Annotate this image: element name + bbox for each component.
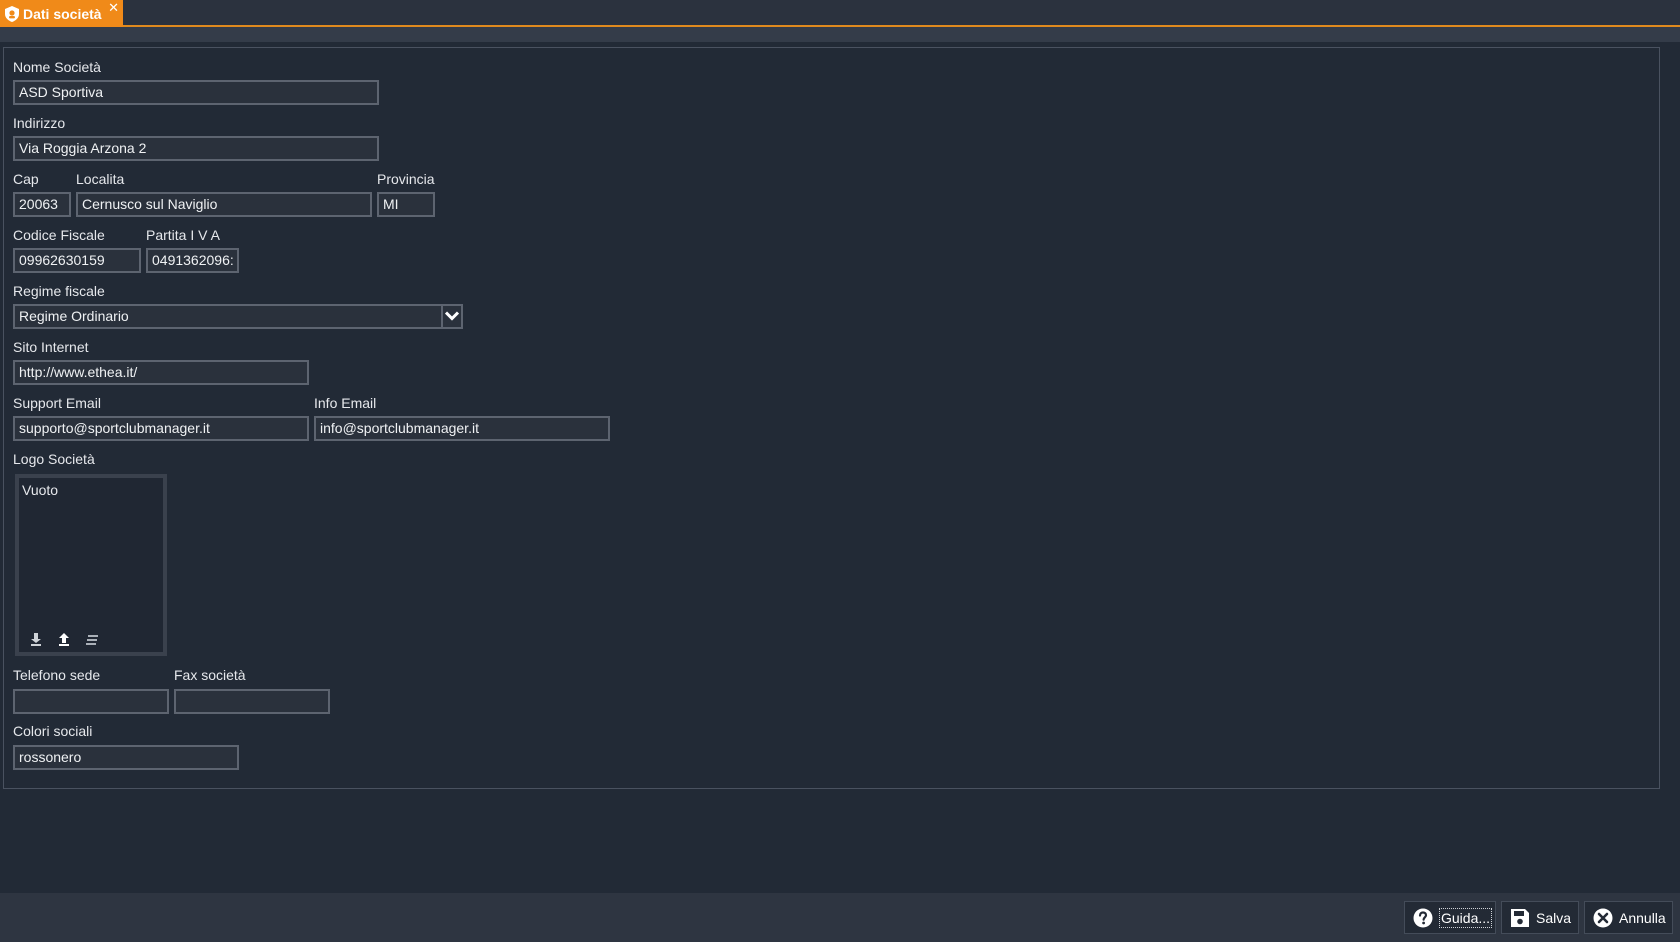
- support-email-input[interactable]: supporto@sportclubmanager.it: [13, 416, 309, 441]
- telefono-label: Telefono sede: [13, 667, 101, 683]
- info-email-label: Info Email: [314, 395, 377, 411]
- sub-toolbar: [0, 27, 1680, 42]
- chevron-down-icon: [444, 308, 460, 326]
- annulla-label: Annulla: [1619, 909, 1666, 926]
- logo-toolbar: [28, 631, 100, 647]
- codice-fiscale-input[interactable]: 09962630159: [13, 248, 141, 273]
- regime-fiscale-dropdown-button[interactable]: [443, 304, 463, 329]
- info-email-input[interactable]: info@sportclubmanager.it: [314, 416, 610, 441]
- codice-fiscale-label: Codice Fiscale: [13, 227, 105, 243]
- sito-internet-input[interactable]: http://www.ethea.it/: [13, 360, 309, 385]
- tab-bar: Dati società ✕: [0, 0, 1680, 27]
- upload-icon[interactable]: [56, 631, 72, 647]
- tab-dati-societa[interactable]: Dati società ✕: [0, 0, 123, 27]
- partita-iva-input[interactable]: 0491362096:: [146, 248, 239, 273]
- help-icon: [1413, 908, 1433, 928]
- provincia-input[interactable]: MI: [377, 192, 435, 217]
- logo-image-box[interactable]: Vuoto: [15, 474, 167, 656]
- regime-fiscale-select[interactable]: Regime Ordinario: [13, 304, 443, 329]
- regime-fiscale-label: Regime fiscale: [13, 283, 105, 299]
- support-email-label: Support Email: [13, 395, 101, 411]
- download-icon[interactable]: [28, 631, 44, 647]
- logo-societa-label: Logo Società: [13, 451, 95, 467]
- nome-societa-input[interactable]: ASD Sportiva: [13, 80, 379, 105]
- indirizzo-label: Indirizzo: [13, 115, 66, 131]
- guida-label: Guida...: [1439, 907, 1493, 928]
- guida-button[interactable]: Guida...: [1404, 901, 1496, 934]
- colori-sociali-label: Colori sociali: [13, 723, 93, 739]
- salva-label: Salva: [1536, 909, 1572, 926]
- close-icon[interactable]: ✕: [108, 1, 119, 15]
- colori-sociali-input[interactable]: rossonero: [13, 745, 239, 770]
- telefono-input[interactable]: [13, 689, 169, 714]
- app-window: Dati società ✕ Nome Società ASD Sportiva…: [0, 0, 1680, 942]
- save-icon: [1510, 908, 1530, 928]
- nome-societa-label: Nome Società: [13, 59, 101, 75]
- provincia-label: Provincia: [377, 171, 435, 187]
- cap-input[interactable]: 20063: [13, 192, 71, 217]
- localita-label: Localita: [76, 171, 125, 187]
- logo-empty-text: Vuoto: [22, 482, 59, 498]
- partita-iva-label: Partita I V A: [146, 227, 220, 243]
- salva-button[interactable]: Salva: [1501, 901, 1579, 934]
- cancel-icon: [1593, 908, 1613, 928]
- cap-label: Cap: [13, 171, 39, 187]
- indirizzo-input[interactable]: Via Roggia Arzona 2: [13, 136, 379, 161]
- bottom-toolbar: Guida... Salva Annulla: [0, 893, 1680, 942]
- fax-input[interactable]: [174, 689, 330, 714]
- annulla-button[interactable]: Annulla: [1584, 901, 1673, 934]
- tab-title: Dati società: [23, 5, 102, 22]
- localita-input[interactable]: Cernusco sul Naviglio: [76, 192, 372, 217]
- shield-icon: [5, 5, 19, 22]
- fax-label: Fax società: [174, 667, 246, 683]
- clear-icon[interactable]: [84, 631, 100, 647]
- sito-internet-label: Sito Internet: [13, 339, 89, 355]
